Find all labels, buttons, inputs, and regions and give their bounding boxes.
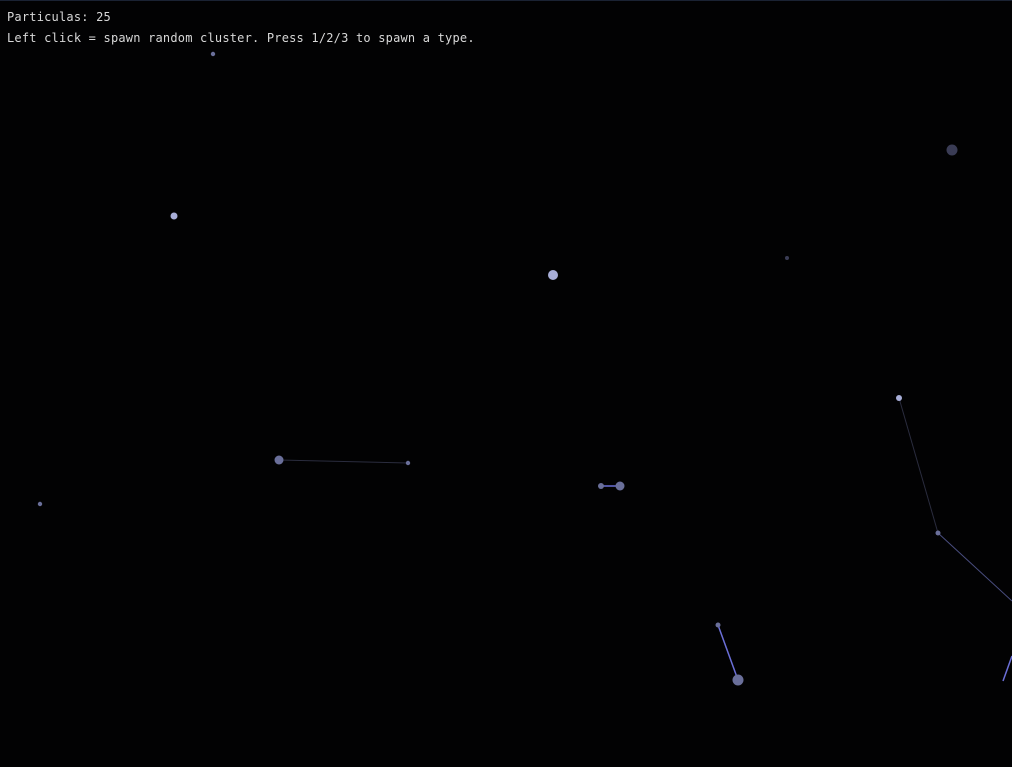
- particle: [946, 144, 958, 156]
- particle: [715, 622, 721, 628]
- particle: [274, 455, 284, 465]
- particle: [548, 270, 558, 280]
- particle-link: [1002, 655, 1012, 682]
- particle-link: [717, 624, 739, 681]
- particle: [896, 395, 902, 401]
- particle: [615, 481, 625, 491]
- particle: [37, 501, 43, 507]
- particle: [170, 212, 178, 220]
- simulation-canvas[interactable]: Particulas: 25 Left click = spawn random…: [0, 0, 1012, 767]
- particle-link: [278, 459, 409, 464]
- particle: [935, 530, 941, 536]
- particle-layer: [37, 51, 1012, 686]
- particle: [785, 256, 789, 260]
- particle: [405, 460, 411, 466]
- particle-link: [937, 532, 1012, 602]
- particle: [598, 483, 604, 489]
- particle: [732, 674, 744, 686]
- particle: [210, 51, 216, 57]
- particle-link: [898, 397, 939, 534]
